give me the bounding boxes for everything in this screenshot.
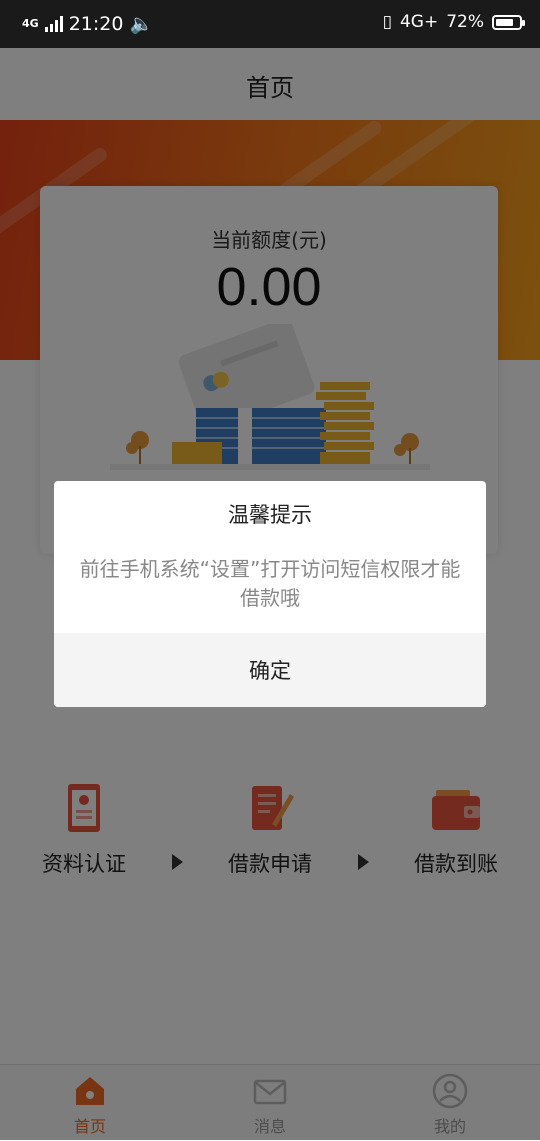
network-type: 4G xyxy=(22,17,39,30)
permission-dialog: 温馨提示 前往手机系统“设置”打开访问短信权限才能借款哦 确定 xyxy=(54,481,486,707)
clock: 21:20 xyxy=(68,12,124,35)
signal-icon xyxy=(44,15,63,32)
status-left: 4G 21:20 🔈 xyxy=(22,12,154,36)
dialog-message: 前往手机系统“设置”打开访问短信权限才能借款哦 xyxy=(79,557,461,610)
data-network: 4G+ xyxy=(399,12,439,32)
confirm-button[interactable]: 确定 xyxy=(54,633,486,707)
battery-percent: 72% xyxy=(446,12,484,32)
battery-icon xyxy=(492,14,525,30)
vibrate-icon: ▯ xyxy=(382,12,392,32)
volume-muted-icon: 🔈 xyxy=(129,13,154,35)
status-bar: 4G 21:20 🔈 ▯ 4G+ 72% xyxy=(0,0,540,48)
dialog-title: 温馨提示 xyxy=(228,503,312,527)
status-right: ▯ 4G+ 72% xyxy=(382,12,525,32)
